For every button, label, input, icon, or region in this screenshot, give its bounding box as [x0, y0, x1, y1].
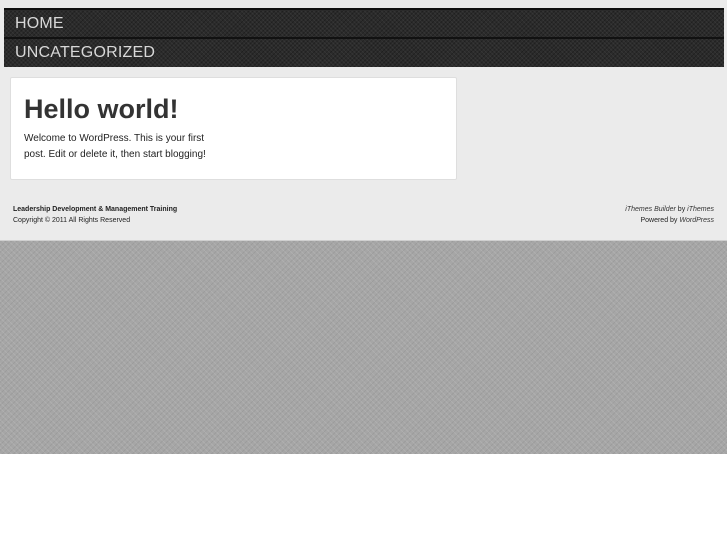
nav-item-home[interactable]: HOME: [4, 8, 724, 37]
post-title[interactable]: Hello world!: [24, 94, 443, 124]
wordpress-link[interactable]: WordPress: [679, 217, 714, 224]
site-background: HOME UNCATEGORIZED Hello world! Welcome …: [0, 0, 727, 454]
ithemes-link[interactable]: iThemes: [687, 206, 714, 213]
page-container: HOME UNCATEGORIZED Hello world! Welcome …: [0, 0, 727, 241]
main-navigation: HOME UNCATEGORIZED: [4, 8, 724, 67]
footer-copyright: Copyright © 2011 All Rights Reserved: [13, 217, 131, 224]
footer-powered-text: Powered by: [640, 217, 680, 224]
footer-builder-line: iThemes Builder by iThemes: [625, 204, 714, 215]
post-card: Hello world! Welcome to WordPress. This …: [10, 77, 457, 180]
footer-site-name: Leadership Development & Management Trai…: [13, 206, 178, 213]
footer-powered: iThemes Builder by iThemes Powered by Wo…: [625, 204, 714, 226]
post-body: Welcome to WordPress. This is your first…: [24, 133, 206, 160]
footer-powered-line: Powered by WordPress: [625, 215, 714, 226]
footer-by-text: by: [675, 206, 688, 213]
ithemes-builder-link[interactable]: iThemes Builder: [625, 206, 676, 213]
footer-credits: Leadership Development & Management Trai…: [13, 204, 177, 226]
nav-item-uncategorized[interactable]: UNCATEGORIZED: [4, 37, 724, 67]
